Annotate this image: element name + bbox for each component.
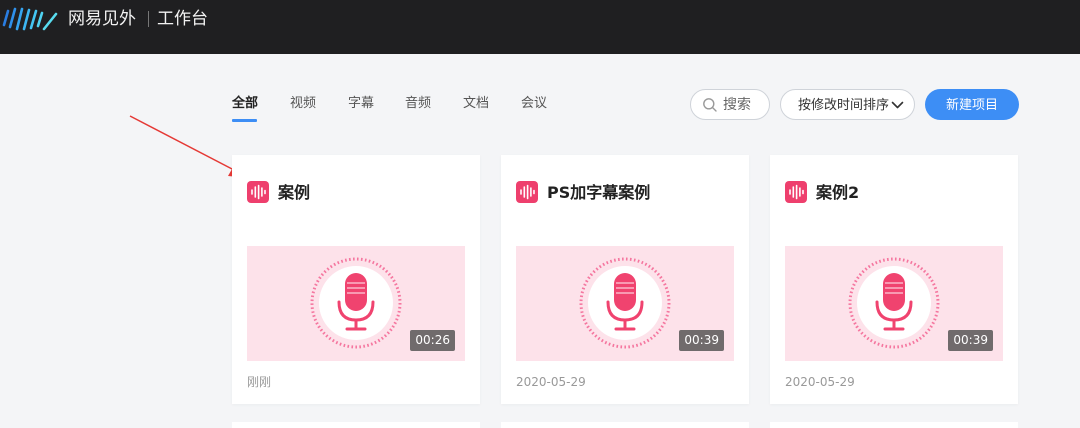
project-title[interactable]: 案例 <box>278 182 310 204</box>
duration-badge: 00:39 <box>679 330 724 351</box>
tab-subtitles[interactable]: 字幕 <box>348 95 374 113</box>
search-label: 搜索 <box>723 97 751 113</box>
audio-wave-icon <box>516 181 538 203</box>
sort-dropdown[interactable]: 按修改时间排序 <box>780 89 915 120</box>
tab-documents[interactable]: 文档 <box>463 95 489 113</box>
chevron-down-icon <box>891 101 904 109</box>
audio-wave-icon <box>247 181 269 203</box>
sort-label: 按修改时间排序 <box>798 98 890 113</box>
project-card[interactable]: 案例 00:26 刚刚 <box>232 155 480 404</box>
project-card-partial[interactable] <box>501 422 749 428</box>
new-project-button[interactable]: 新建项目 <box>925 89 1019 120</box>
project-title[interactable]: PS加字幕案例 <box>547 182 650 204</box>
project-date: 2020-05-29 <box>785 375 855 389</box>
project-card-partial[interactable] <box>770 422 1018 428</box>
top-bar: 网易见外 工作台 <box>0 0 1080 54</box>
project-thumbnail[interactable]: 00:39 <box>785 246 1003 361</box>
project-card[interactable]: PS加字幕案例 00:39 2020-05-29 <box>501 155 749 404</box>
project-date: 2020-05-29 <box>516 375 586 389</box>
project-thumbnail[interactable]: 00:26 <box>247 246 465 361</box>
workspace-title: 工作台 <box>157 9 208 29</box>
duration-badge: 00:39 <box>948 330 993 351</box>
waveform-logo-icon[interactable] <box>0 5 62 33</box>
tab-all[interactable]: 全部 <box>232 95 258 113</box>
project-date: 刚刚 <box>247 375 272 389</box>
search-icon <box>703 98 717 112</box>
audio-wave-icon <box>785 181 807 203</box>
project-title[interactable]: 案例2 <box>816 182 859 204</box>
brand-name[interactable]: 网易见外 <box>68 7 136 31</box>
project-card-partial[interactable] <box>232 422 480 428</box>
tab-video[interactable]: 视频 <box>290 95 316 113</box>
project-thumbnail[interactable]: 00:39 <box>516 246 734 361</box>
search-button[interactable]: 搜索 <box>690 89 770 120</box>
brand-divider <box>148 11 149 27</box>
tab-audio[interactable]: 音频 <box>405 95 431 113</box>
duration-badge: 00:26 <box>410 330 455 351</box>
tab-meetings[interactable]: 会议 <box>521 95 547 113</box>
project-card[interactable]: 案例2 00:39 2020-05-29 <box>770 155 1018 404</box>
